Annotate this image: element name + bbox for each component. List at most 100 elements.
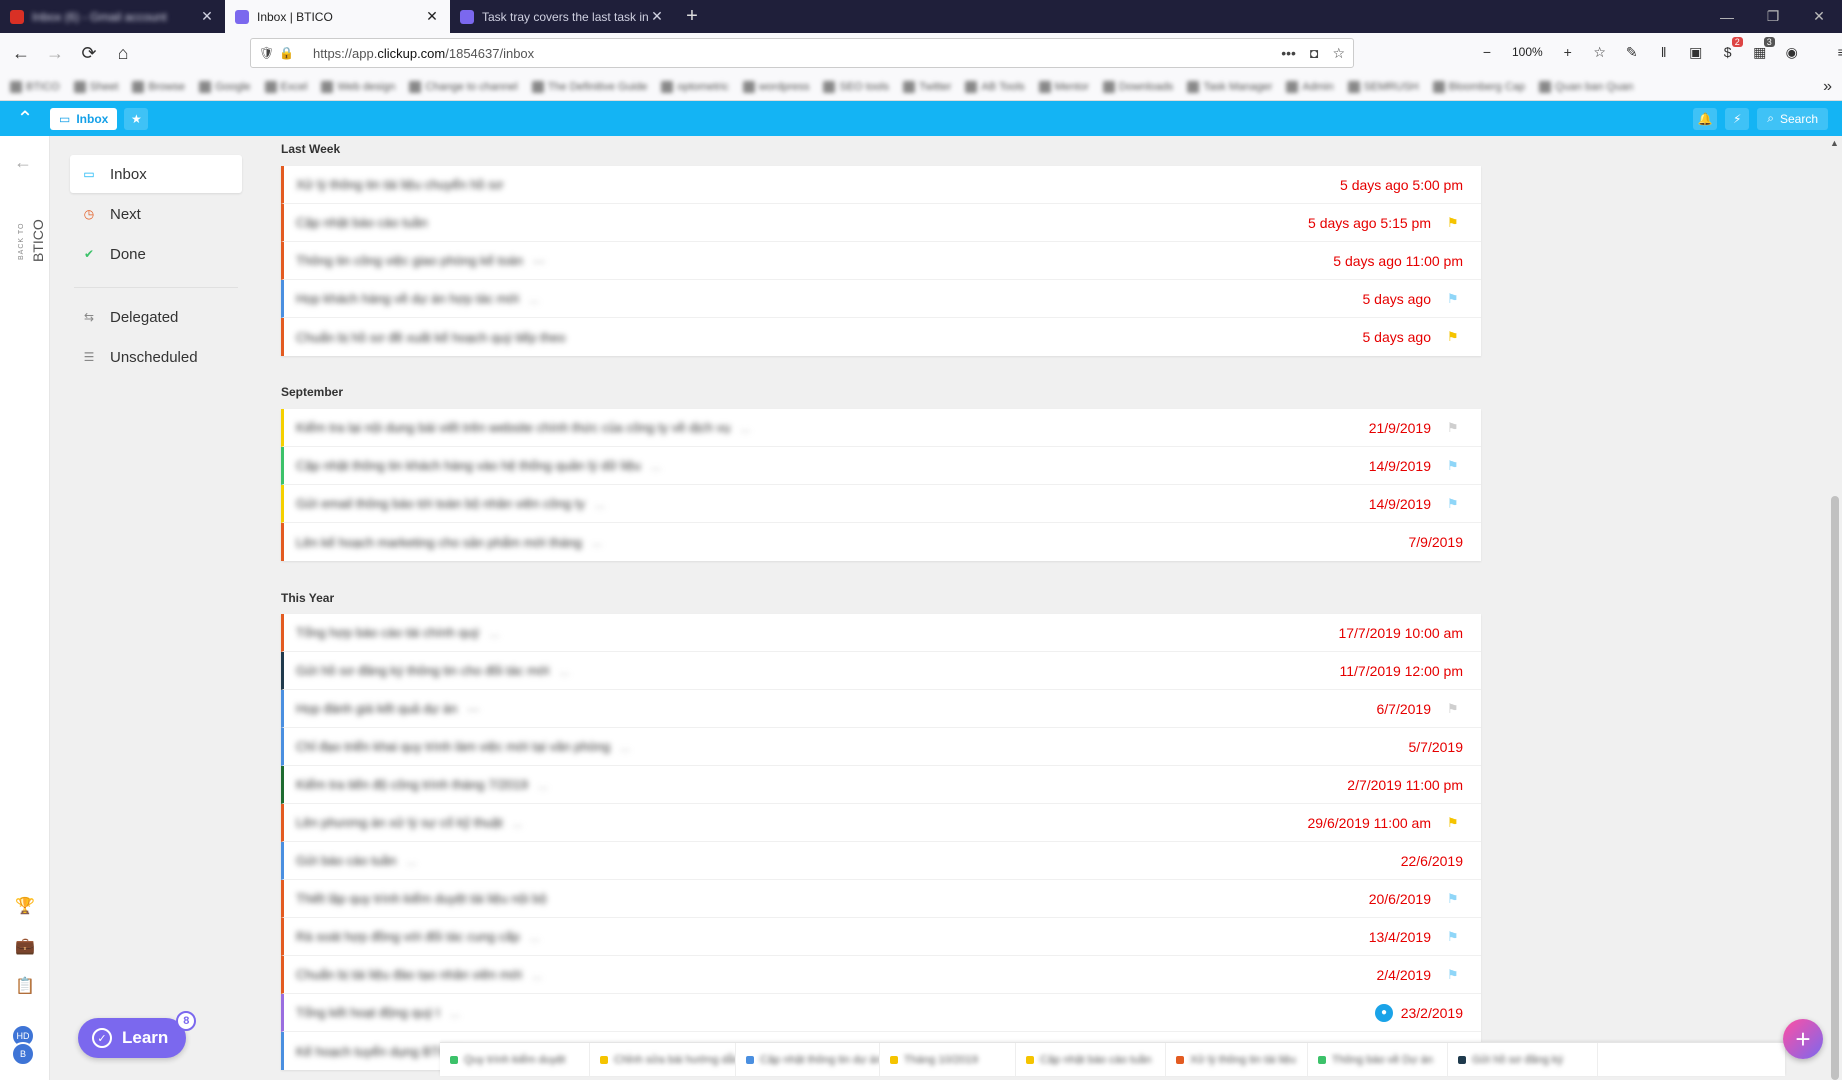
- sidenav-item-unscheduled[interactable]: ☰ Unscheduled: [70, 338, 242, 376]
- browser-tab[interactable]: Inbox | BTICO ✕: [225, 0, 450, 33]
- task-name[interactable]: Kiểm tra lại nội dung bài viết trên webs…: [296, 420, 730, 435]
- tray-task[interactable]: Chỉnh sửa bài hướng dẫn: [590, 1042, 736, 1077]
- bookmark-item[interactable]: The Definitive Guide: [531, 80, 647, 93]
- bookmark-item[interactable]: optometric: [661, 80, 729, 93]
- task-name[interactable]: Chuẩn bị hồ sơ đề xuất kế hoạch quý tiếp…: [296, 330, 565, 345]
- task-due-date[interactable]: 17/7/2019 10:00 am: [1338, 625, 1463, 641]
- bookmark-item[interactable]: Quan ban Quan: [1539, 80, 1633, 93]
- clickup-logo-icon[interactable]: ⌃: [0, 101, 50, 136]
- trophy-icon[interactable]: 🏆: [15, 896, 35, 916]
- priority-flag-icon[interactable]: ⚑: [1447, 929, 1461, 944]
- task-name[interactable]: Cập nhật báo cáo tuần: [296, 215, 428, 230]
- sidenav-item-inbox[interactable]: ▭ Inbox: [70, 155, 242, 193]
- priority-flag-icon[interactable]: ⚑: [1447, 496, 1461, 511]
- task-row[interactable]: Cập nhật thông tin khách hàng vào hệ thố…: [281, 447, 1481, 485]
- account-icon[interactable]: ◉: [1781, 39, 1803, 65]
- pocket-icon[interactable]: ◘: [1310, 45, 1318, 62]
- task-name[interactable]: Thiết lập quy trình kiểm duyệt tài liệu …: [296, 891, 547, 906]
- bookmark-star-icon[interactable]: ☆: [1332, 45, 1345, 62]
- priority-flag-icon[interactable]: ⚑: [1447, 701, 1461, 716]
- task-row[interactable]: Tổng hợp báo cáo tài chính quý... 17/7/20…: [281, 614, 1481, 652]
- task-name[interactable]: Gửi hồ sơ đăng ký thông tin cho đối tác …: [296, 663, 549, 678]
- tab-close-icon[interactable]: ✕: [424, 8, 440, 25]
- bookmark-item[interactable]: Twitter: [903, 80, 951, 93]
- task-due-date[interactable]: 11/7/2019 12:00 pm: [1339, 663, 1463, 679]
- bookmark-item[interactable]: Excel: [264, 80, 307, 93]
- bookmark-item[interactable]: Web design: [321, 80, 395, 93]
- inbox-button[interactable]: ▭ Inbox: [50, 107, 118, 130]
- bookmark-item[interactable]: SEMRUSH: [1347, 80, 1419, 93]
- task-due-date[interactable]: 20/6/2019: [1369, 891, 1431, 907]
- restore-icon[interactable]: ❐: [1750, 0, 1796, 33]
- task-row[interactable]: Chuẩn bị tài liệu đào tạo nhân viên mới.…: [281, 956, 1481, 994]
- bookmark-item[interactable]: Task Manager: [1187, 80, 1272, 93]
- task-row[interactable]: Xử lý thông tin tài liệu chuyển hồ sơ 5 d…: [281, 166, 1481, 204]
- task-due-date[interactable]: 5/7/2019: [1409, 739, 1464, 755]
- lightning-icon[interactable]: ⚡: [1725, 107, 1750, 130]
- bookmark-item[interactable]: BTICO: [10, 80, 60, 93]
- task-name[interactable]: Gửi báo cáo tuần: [296, 853, 397, 868]
- task-due-date[interactable]: 5 days ago: [1363, 291, 1432, 307]
- priority-flag-icon[interactable]: ⚑: [1447, 458, 1461, 473]
- sidenav-item-next[interactable]: ◷ Next: [70, 195, 242, 233]
- task-due-date[interactable]: 5 days ago 5:15 pm: [1308, 215, 1431, 231]
- bookmark-item[interactable]: Mentor: [1038, 80, 1089, 93]
- tray-task[interactable]: Xử lý thông tin tài liệu: [1166, 1042, 1308, 1077]
- task-row[interactable]: Thông tin công việc giao phòng kế toán --…: [281, 242, 1481, 280]
- task-row[interactable]: Gửi báo cáo tuần... 22/6/2019: [281, 842, 1481, 880]
- task-due-date[interactable]: 7/9/2019: [1409, 534, 1464, 550]
- task-due-date[interactable]: 14/9/2019: [1369, 496, 1431, 512]
- reload-icon[interactable]: ⟳: [72, 37, 106, 69]
- back-arrow-icon[interactable]: ←: [14, 152, 32, 173]
- bookmark-item[interactable]: Browse: [132, 80, 185, 93]
- tray-task[interactable]: Thông báo về Dự án: [1308, 1042, 1448, 1077]
- task-due-date[interactable]: 21/9/2019: [1369, 420, 1431, 436]
- back-icon[interactable]: ←: [4, 37, 38, 69]
- url-bar[interactable]: 🛡 🔒 https://app.clickup.com/1854637/inbo…: [250, 38, 1354, 68]
- extension-icon[interactable]: $2: [1717, 37, 1743, 65]
- task-row[interactable]: Họp khách hàng về dự án hợp tác mới... 5 …: [281, 280, 1481, 318]
- minimize-icon[interactable]: —: [1704, 0, 1750, 33]
- tab-close-icon[interactable]: ✕: [649, 8, 665, 25]
- bookmark-item[interactable]: AB Tools: [965, 80, 1025, 93]
- bookmark-item[interactable]: Bloomberg Cap: [1432, 80, 1525, 93]
- back-to-workspace[interactable]: BACK TO BTICO: [8, 186, 46, 266]
- sidebar-icon[interactable]: ▣: [1685, 39, 1707, 65]
- tab-close-icon[interactable]: ✕: [199, 8, 215, 25]
- task-row[interactable]: Chuẩn bị hồ sơ đề xuất kế hoạch quý tiếp…: [281, 318, 1481, 356]
- task-name[interactable]: Gửi email thông báo tới toàn bộ nhân viê…: [296, 496, 585, 511]
- tracking-shield-icon[interactable]: 🛡: [259, 46, 279, 60]
- task-due-date[interactable]: 23/2/2019: [1401, 1005, 1463, 1021]
- clipboard-icon[interactable]: 📋: [15, 976, 35, 996]
- task-name[interactable]: Thông tin công việc giao phòng kế toán: [296, 253, 523, 268]
- task-name[interactable]: Chuẩn bị tài liệu đào tạo nhân viên mới: [296, 967, 522, 982]
- bookmark-item[interactable]: Downloads: [1102, 80, 1173, 93]
- bookmark-item[interactable]: wordpress: [742, 80, 809, 93]
- create-task-plus-icon[interactable]: +: [1783, 1019, 1823, 1059]
- sidenav-item-delegated[interactable]: ⇆ Delegated: [70, 298, 242, 336]
- zoom-level[interactable]: 100%: [1508, 45, 1547, 59]
- priority-flag-icon[interactable]: ⚑: [1447, 967, 1461, 982]
- task-name[interactable]: Họp khách hàng về dự án hợp tác mới: [296, 291, 519, 306]
- tray-task[interactable]: Cập nhật thông tin dự án: [736, 1042, 880, 1077]
- bookmark-manager-icon[interactable]: ☆: [1589, 39, 1611, 65]
- task-row[interactable]: Họp đánh giá kết quả dự án --- 6/7/2019 ⚑: [281, 690, 1481, 728]
- more-bookmarks-icon[interactable]: »: [1823, 78, 1842, 96]
- task-row[interactable]: Kiểm tra tiến độ công trình tháng 7/2019…: [281, 766, 1481, 804]
- new-tab-button[interactable]: +: [675, 0, 709, 33]
- bookmark-item[interactable]: SEO tools: [823, 80, 889, 93]
- task-due-date[interactable]: 6/7/2019: [1377, 701, 1432, 717]
- extension-2-icon[interactable]: ▦ 3: [1749, 37, 1775, 65]
- scrollbar-thumb[interactable]: [1831, 496, 1839, 1080]
- priority-flag-icon[interactable]: ⚑: [1447, 330, 1461, 344]
- home-icon[interactable]: ⌂: [106, 37, 140, 69]
- lock-icon[interactable]: 🔒: [279, 46, 299, 60]
- page-scrollbar[interactable]: ▲: [1828, 136, 1842, 1080]
- task-name[interactable]: Kiểm tra tiến độ công trình tháng 7/2019: [296, 777, 528, 792]
- user-avatars[interactable]: HD B: [11, 1024, 37, 1066]
- zoom-out-icon[interactable]: −: [1476, 39, 1498, 65]
- bookmark-item[interactable]: Change to channel: [409, 80, 518, 93]
- briefcase-icon[interactable]: 💼: [15, 936, 35, 956]
- sidenav-item-done[interactable]: ✔ Done: [70, 235, 242, 273]
- task-row[interactable]: Tổng kết hoạt động quý I... ● 23/2/2019: [281, 994, 1481, 1032]
